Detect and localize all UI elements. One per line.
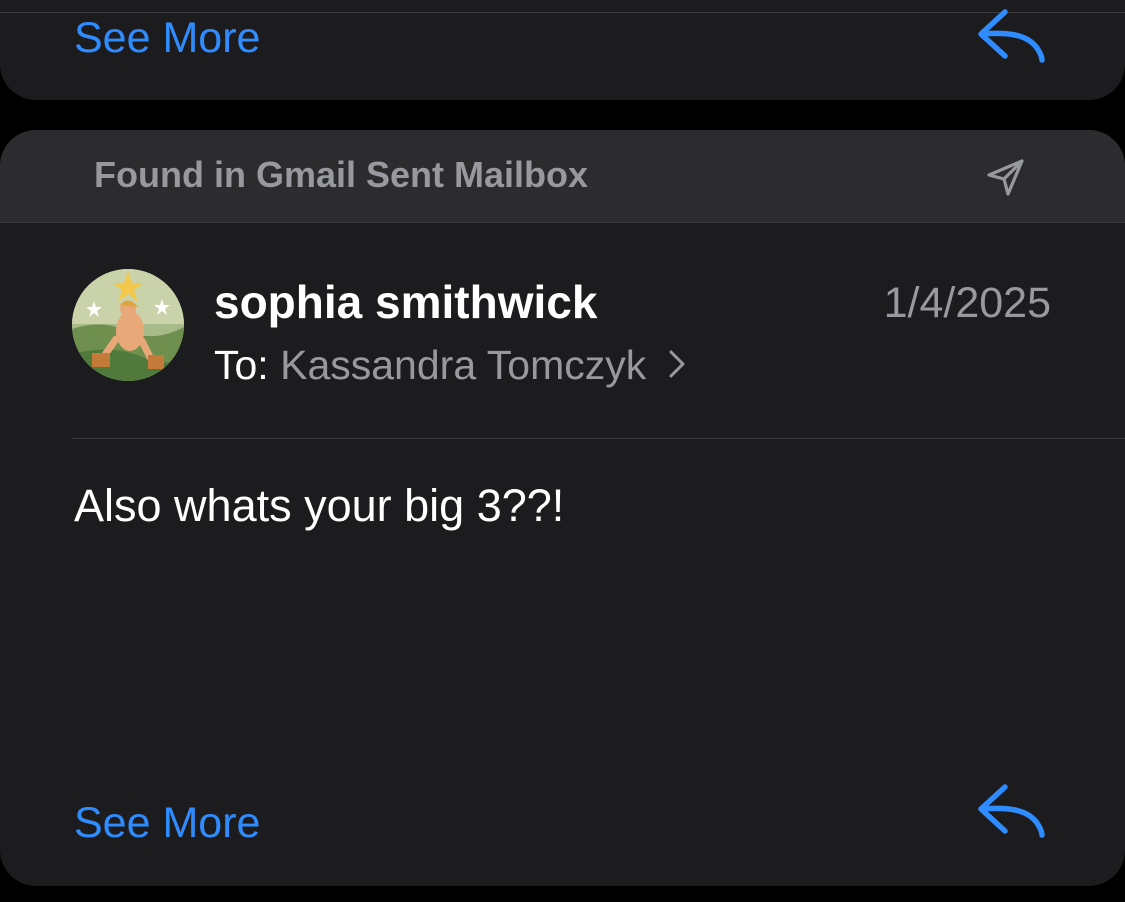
chevron-right-icon [669, 350, 685, 378]
paper-plane-icon [987, 159, 1024, 196]
previous-message-card: See More [0, 0, 1125, 100]
reply-icon[interactable] [975, 6, 1047, 64]
to-label: To: [214, 342, 269, 388]
message-body: Also whats your big 3??! [74, 480, 565, 531]
avatar-image [72, 269, 184, 381]
avatar[interactable] [72, 269, 184, 381]
sender-name: sophia smithwick [214, 276, 598, 328]
message-date: 1/4/2025 [883, 279, 1051, 327]
mailbox-header: Found in Gmail Sent Mailbox [0, 130, 1125, 223]
recipient-name[interactable]: Kassandra Tomczyk [280, 342, 646, 388]
header-divider [72, 438, 1125, 439]
recipient-row[interactable]: To: Kassandra Tomczyk [214, 338, 686, 392]
message-card: Found in Gmail Sent Mailbox sophia smith… [0, 130, 1125, 886]
see-more-link[interactable]: See More [74, 798, 260, 848]
mailbox-label: Found in Gmail Sent Mailbox [94, 154, 589, 195]
see-more-link[interactable]: See More [74, 13, 260, 63]
reply-icon[interactable] [975, 781, 1047, 839]
